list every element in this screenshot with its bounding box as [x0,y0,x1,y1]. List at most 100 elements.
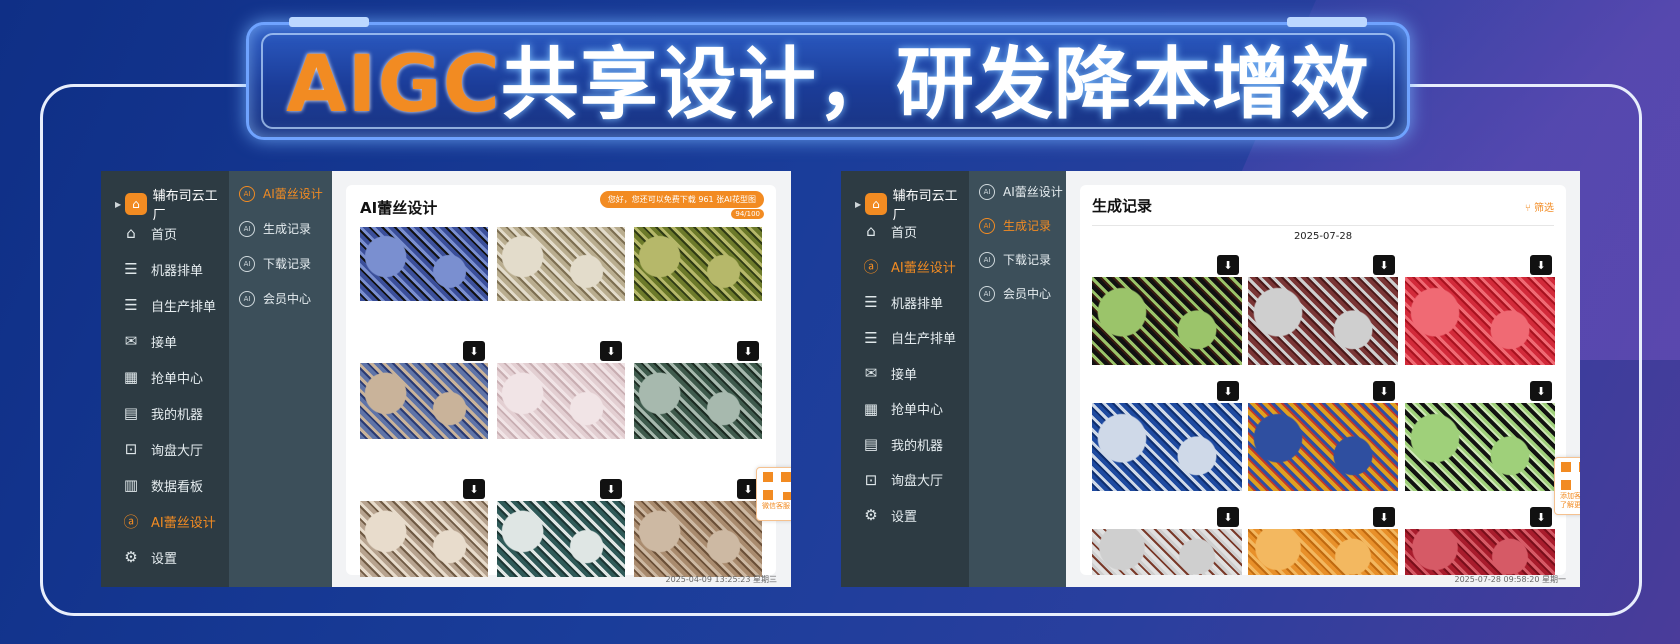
subnav-item[interactable]: AI 下载记录 [239,255,311,272]
ai-circle-icon: AI [979,217,995,234]
nav-item[interactable]: ☰ 自生产排单 [861,328,956,348]
ai-icon: ⓐ [123,512,139,531]
lace-design-image[interactable] [1405,529,1555,575]
lace-design-image[interactable] [1248,403,1398,491]
lace-design-image[interactable] [1092,403,1242,491]
download-icon[interactable]: ⬇ [1217,381,1239,401]
left-main-nav: ▶ ⌂ 辅布司云工厂 ⌂ 首页 ☰ 机器排单 ☰ 自生产排单 ✉ 接单 ▦ 抢单中心 ▤ 我的机器 ⊡ 询… [101,171,229,587]
caret-icon: ▶ [855,199,862,209]
lace-design-image[interactable] [1248,277,1398,365]
ai-circle-icon: AI [239,185,255,202]
filter-label: 筛选 [1534,203,1554,214]
lace-design-image[interactable] [634,501,762,577]
nav-item[interactable]: ▤ 我的机器 [121,403,203,423]
subnav-item[interactable]: AI 生成记录 [239,220,311,237]
nav-item-label: 设置 [891,509,918,525]
download-icon[interactable]: ⬇ [1530,507,1552,527]
lace-design-image[interactable] [497,227,625,301]
download-icon[interactable]: ⬇ [600,479,622,499]
nav-item-label: 首页 [891,225,918,241]
nav-item[interactable]: ☰ 自生产排单 [121,295,216,315]
page-title: AI蕾丝设计 [360,199,438,217]
nav-item[interactable]: ▤ 我的机器 [861,434,943,454]
nav-item[interactable]: ⊡ 询盘大厅 [861,470,943,490]
subnav-item-label: 下载记录 [1003,253,1052,267]
caret-icon: ▶ [115,199,122,209]
banner-title-rest: 共享设计，研发降本增效 [500,40,1370,130]
nav-item[interactable]: ⌂ 首页 [861,221,917,241]
lace-design-image[interactable] [1248,529,1398,575]
nav-item[interactable]: ✉ 接单 [121,331,177,351]
lace-design-image[interactable] [634,363,762,439]
filter-button[interactable]: ⑂ 筛选 [1525,199,1554,214]
nav-item-label: 询盘大厅 [891,474,944,489]
subnav-item[interactable]: AI AI蕾丝设计 [979,183,1063,200]
download-icon[interactable]: ⬇ [463,341,485,361]
download-icon[interactable]: ⬇ [463,479,485,499]
banner-title-em: AIGC [286,40,501,130]
lace-design-image[interactable] [497,363,625,439]
download-icon[interactable]: ⬇ [1373,507,1395,527]
ai-circle-icon: AI [979,285,995,302]
nav-item[interactable]: ⓐ AI蕾丝设计 [861,257,955,277]
nav-item[interactable]: ✉ 接单 [861,363,917,383]
lace-design-image[interactable] [1092,277,1242,365]
list-icon: ☰ [864,328,878,347]
nav-item[interactable]: ▦ 抢单中心 [861,399,943,419]
subnav-item-label: 生成记录 [1003,219,1052,233]
subnav-item[interactable]: AI AI蕾丝设计 [239,185,323,202]
subnav-item[interactable]: AI 生成记录 [979,217,1051,234]
download-icon[interactable]: ⬇ [1373,255,1395,275]
inbox-icon: ⊡ [124,440,138,458]
lace-design-image[interactable] [634,227,762,301]
left-brand[interactable]: ▶ ⌂ 辅布司云工厂 [115,185,229,223]
nav-item[interactable]: ⚙ 设置 [121,547,177,567]
gear-icon: ⚙ [864,506,878,524]
ai-circle-icon: AI [239,290,255,307]
record-date: 2025-07-28 [1293,231,1353,242]
nav-item[interactable]: ▥ 数据看板 [121,475,203,495]
nav-item[interactable]: ☰ 机器排单 [121,259,203,279]
lace-design-image[interactable] [1405,277,1555,365]
right-brand[interactable]: ▶ ⌂ 辅布司云工厂 [855,185,969,223]
download-icon[interactable]: ⬇ [737,341,759,361]
banner-cap [1287,17,1367,27]
qr-code-icon [763,472,791,500]
nav-item[interactable]: ▦ 抢单中心 [121,367,203,387]
lace-design-image[interactable] [360,227,488,301]
lace-design-image[interactable] [1092,529,1242,575]
nav-item[interactable]: ⓐ AI蕾丝设计 [121,511,215,531]
nav-item-label: 机器排单 [891,296,944,312]
add-service-qr[interactable]: 添加客服 了解更多 [1554,457,1580,515]
list-icon: ☰ [864,293,878,311]
download-icon[interactable]: ⬇ [1530,255,1552,275]
lace-design-image[interactable] [1405,403,1555,491]
list-icon: ☰ [124,296,138,314]
download-notice: 您好，您还可以免费下载 961 张AI花型图 [599,191,764,208]
subnav-item[interactable]: AI 会员中心 [979,285,1051,302]
nav-item[interactable]: ⚙ 设置 [861,505,917,525]
grid-icon: ▦ [123,368,139,386]
wechat-service-qr[interactable]: 微信客服 [756,467,791,521]
download-icon[interactable]: ⬇ [600,341,622,361]
left-sub-nav: AI AI蕾丝设计 AI 生成记录 AI 下载记录 AI 会员中心 [229,171,332,587]
nav-item[interactable]: ⊡ 询盘大厅 [121,439,203,459]
inbox-icon: ⊡ [864,470,878,489]
download-icon[interactable]: ⬇ [1530,381,1552,401]
lace-design-image[interactable] [360,363,488,439]
title-banner: AIGC共享设计，研发降本增效 [246,17,1410,140]
lace-design-image[interactable] [497,501,625,577]
nav-item[interactable]: ⌂ 首页 [121,223,177,243]
subnav-item[interactable]: AI 会员中心 [239,290,311,307]
subnav-item[interactable]: AI 下载记录 [979,251,1051,268]
nav-item-label: 首页 [151,227,178,243]
download-icon[interactable]: ⬇ [1217,255,1239,275]
download-icon[interactable]: ⬇ [1217,507,1239,527]
right-sub-nav: AI AI蕾丝设计 AI 生成记录 AI 下载记录 AI 会员中心 [969,171,1072,587]
nav-item[interactable]: ☰ 机器排单 [861,292,943,312]
download-icon[interactable]: ⬇ [1373,381,1395,401]
lace-design-image[interactable] [360,501,488,577]
left-card: AI蕾丝设计 您好，您还可以免费下载 961 张AI花型图 94/100 ⬇ ⬇ ⬇… [346,185,776,577]
home-logo-icon: ⌂ [865,193,887,215]
chart-icon: ▥ [123,476,139,494]
